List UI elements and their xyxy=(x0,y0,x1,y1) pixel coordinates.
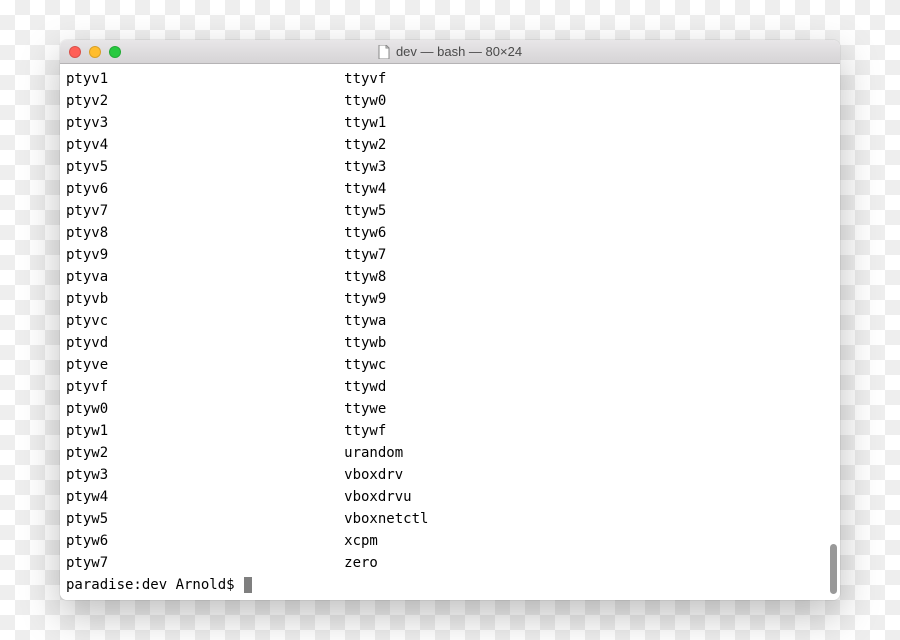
listing-cell: ttyw8 xyxy=(344,266,386,288)
listing-cell: ttyw1 xyxy=(344,112,386,134)
listing-row: ptyv6ttyw4 xyxy=(66,178,834,200)
listing-cell: ptyv3 xyxy=(66,112,344,134)
prompt-line[interactable]: paradise:dev Arnold$ xyxy=(66,574,834,596)
listing-row: ptyvfttywd xyxy=(66,376,834,398)
listing-cell: ptyv6 xyxy=(66,178,344,200)
listing-row: ptyvdttywb xyxy=(66,332,834,354)
listing-cell: ptyw2 xyxy=(66,442,344,464)
listing-row: ptyvbttyw9 xyxy=(66,288,834,310)
listing-row: ptyvattyw8 xyxy=(66,266,834,288)
listing-cell: ttyw7 xyxy=(344,244,386,266)
listing-cell: ptyw1 xyxy=(66,420,344,442)
close-button[interactable] xyxy=(69,46,81,58)
listing-cell: ptyv1 xyxy=(66,68,344,90)
listing-row: ptyv7ttyw5 xyxy=(66,200,834,222)
file-listing: ptyv1ttyvfptyv2ttyw0ptyv3ttyw1ptyv4ttyw2… xyxy=(66,64,834,574)
listing-row: ptyw4vboxdrvu xyxy=(66,486,834,508)
listing-cell: ttywf xyxy=(344,420,386,442)
listing-cell: ptyw6 xyxy=(66,530,344,552)
listing-cell: ttywb xyxy=(344,332,386,354)
listing-cell: ttywa xyxy=(344,310,386,332)
listing-cell: vboxdrvu xyxy=(344,486,411,508)
listing-cell: zero xyxy=(344,552,378,574)
titlebar[interactable]: dev — bash — 80×24 xyxy=(60,40,840,64)
listing-cell: ptyvd xyxy=(66,332,344,354)
listing-cell: ttyw5 xyxy=(344,200,386,222)
listing-cell: ptyv9 xyxy=(66,244,344,266)
listing-cell: ptyv7 xyxy=(66,200,344,222)
listing-cell: ptyw4 xyxy=(66,486,344,508)
listing-cell: vboxdrv xyxy=(344,464,403,486)
listing-cell: vboxnetctl xyxy=(344,508,428,530)
listing-cell: ptyv8 xyxy=(66,222,344,244)
listing-cell: ptyw3 xyxy=(66,464,344,486)
listing-row: ptyv3ttyw1 xyxy=(66,112,834,134)
cursor xyxy=(244,577,252,593)
listing-cell: ttyvf xyxy=(344,68,386,90)
listing-row: ptyv4ttyw2 xyxy=(66,134,834,156)
listing-row: ptyvettywc xyxy=(66,354,834,376)
scrollbar-thumb[interactable] xyxy=(830,544,837,594)
listing-row: ptyvcttywa xyxy=(66,310,834,332)
listing-cell: ptyv4 xyxy=(66,134,344,156)
listing-row: ptyw1ttywf xyxy=(66,420,834,442)
listing-cell: ttywe xyxy=(344,398,386,420)
listing-cell: ttywd xyxy=(344,376,386,398)
listing-cell: ttywc xyxy=(344,354,386,376)
listing-row: ptyw5vboxnetctl xyxy=(66,508,834,530)
listing-cell: ptyv5 xyxy=(66,156,344,178)
listing-cell: ttyw4 xyxy=(344,178,386,200)
listing-row: ptyv9ttyw7 xyxy=(66,244,834,266)
listing-row: ptyw3vboxdrv xyxy=(66,464,834,486)
listing-cell: ptyvf xyxy=(66,376,344,398)
prompt-text: paradise:dev Arnold$ xyxy=(66,574,243,596)
listing-cell: ptyw0 xyxy=(66,398,344,420)
minimize-button[interactable] xyxy=(89,46,101,58)
listing-row: ptyv5ttyw3 xyxy=(66,156,834,178)
terminal-body[interactable]: ptyv1ttyvfptyv2ttyw0ptyv3ttyw1ptyv4ttyw2… xyxy=(60,64,840,600)
document-icon xyxy=(378,45,390,59)
listing-cell: ptyvb xyxy=(66,288,344,310)
listing-cell: ptyw5 xyxy=(66,508,344,530)
traffic-lights xyxy=(60,46,121,58)
listing-row: ptyw0ttywe xyxy=(66,398,834,420)
listing-cell: ttyw3 xyxy=(344,156,386,178)
listing-cell: xcpm xyxy=(344,530,378,552)
listing-cell: ttyw6 xyxy=(344,222,386,244)
listing-cell: ttyw0 xyxy=(344,90,386,112)
listing-cell: ptyva xyxy=(66,266,344,288)
listing-cell: ptyv2 xyxy=(66,90,344,112)
listing-cell: ptyve xyxy=(66,354,344,376)
title-wrap: dev — bash — 80×24 xyxy=(60,44,840,59)
listing-row: ptyw2urandom xyxy=(66,442,834,464)
listing-row: ptyw7zero xyxy=(66,552,834,574)
window-title: dev — bash — 80×24 xyxy=(396,44,522,59)
listing-row: ptyw6xcpm xyxy=(66,530,834,552)
listing-cell: ttyw2 xyxy=(344,134,386,156)
listing-cell: ptyw7 xyxy=(66,552,344,574)
listing-cell: urandom xyxy=(344,442,403,464)
listing-row: ptyv8ttyw6 xyxy=(66,222,834,244)
listing-row: ptyv2ttyw0 xyxy=(66,90,834,112)
listing-row: ptyv1ttyvf xyxy=(66,68,834,90)
terminal-window: dev — bash — 80×24 ptyv1ttyvfptyv2ttyw0p… xyxy=(60,40,840,600)
listing-cell: ttyw9 xyxy=(344,288,386,310)
maximize-button[interactable] xyxy=(109,46,121,58)
listing-cell: ptyvc xyxy=(66,310,344,332)
